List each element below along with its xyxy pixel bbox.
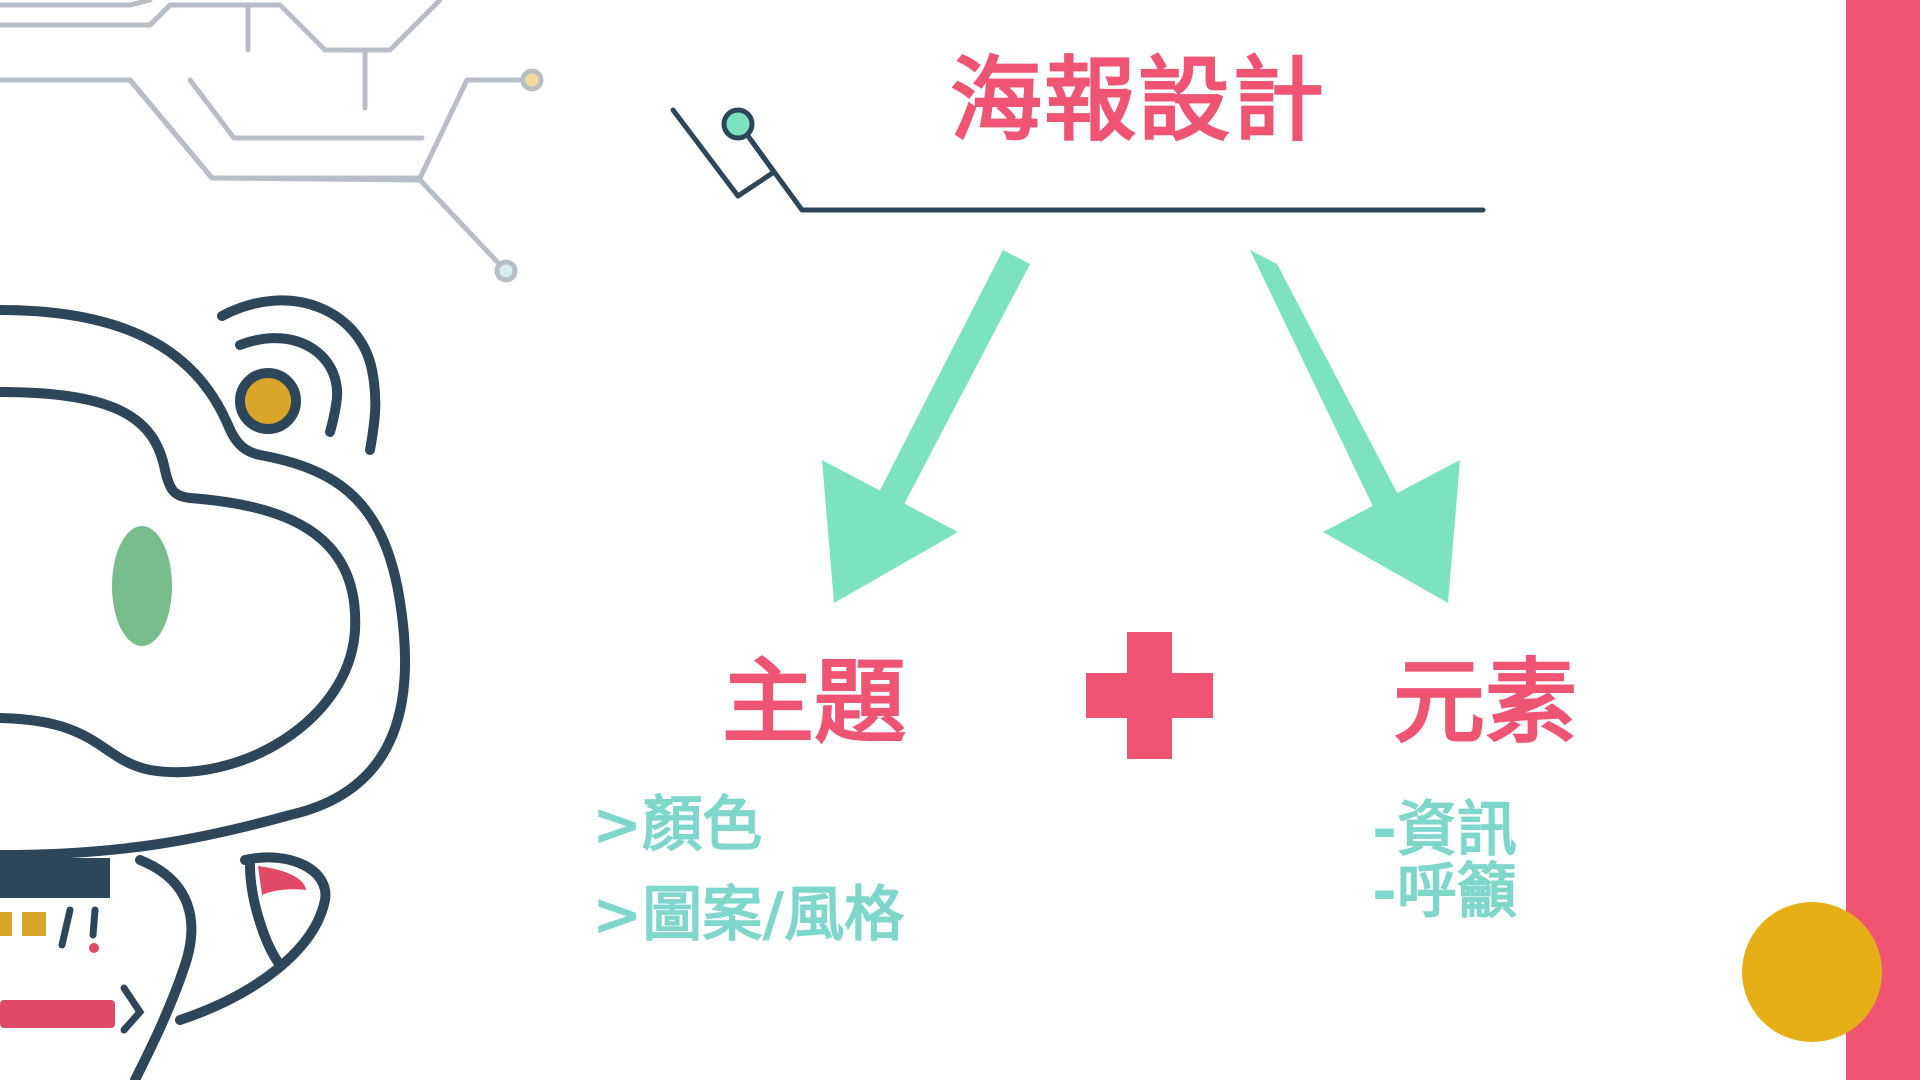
list-item: -資訊	[1372, 795, 1517, 865]
gold-circle-decoration	[1742, 902, 1882, 1042]
page-title: 海報設計	[950, 47, 1327, 154]
robot-gold-dash-2	[22, 912, 46, 936]
left-item-list: >顏色 >圖案/風格	[592, 795, 904, 975]
right-item-list: -資訊 -呼籲	[1372, 800, 1517, 924]
robot-dark-band	[0, 858, 110, 898]
branch-title-left: 主題	[722, 649, 907, 756]
plus-icon	[1086, 632, 1213, 759]
circuit-lines-decoration	[0, 0, 544, 283]
robot-eye	[112, 526, 172, 646]
down-arrow-icon-left	[822, 250, 1030, 603]
pink-side-bar	[1846, 0, 1920, 1080]
down-arrow-icon-right	[1250, 250, 1460, 603]
list-item: >圖案/風格	[592, 880, 905, 950]
background-art	[0, 0, 1920, 1080]
robot-illustration	[0, 295, 411, 1080]
robot-dot	[89, 943, 99, 953]
list-item: >顏色	[592, 790, 763, 860]
list-item: -呼籲	[1372, 857, 1517, 927]
robot-red-bar	[0, 1000, 115, 1028]
branch-title-right: 元素	[1393, 649, 1578, 756]
robot-red-patch	[258, 866, 306, 895]
robot-gold-dashes	[0, 912, 12, 936]
